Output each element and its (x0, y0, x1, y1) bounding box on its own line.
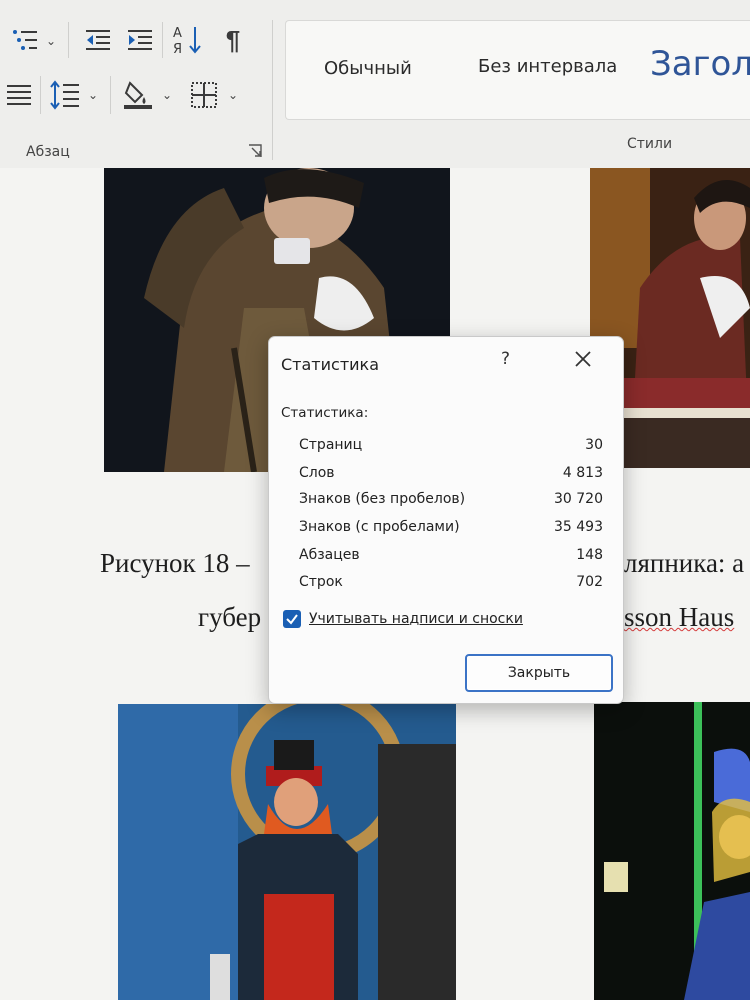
stat-row-words: Слов 4 813 (299, 465, 613, 481)
word-count-dialog: Статистика ? Статистика: Страниц 30 Слов… (268, 336, 624, 704)
stat-value: 35 493 (554, 519, 603, 535)
style-no-spacing[interactable]: Без интервала (478, 56, 617, 77)
close-button[interactable]: Закрыть (465, 654, 613, 692)
multilevel-list-icon[interactable] (8, 26, 42, 54)
help-icon[interactable]: ? (501, 349, 510, 369)
stat-label: Знаков (без пробелов) (299, 491, 466, 507)
stat-row-lines: Строк 702 (299, 574, 613, 590)
line-spacing-icon[interactable] (48, 78, 82, 112)
stat-value: 702 (576, 574, 603, 590)
svg-text:A: A (173, 26, 182, 41)
style-normal[interactable]: Обычный (324, 58, 412, 79)
group-label-styles: Стили (627, 136, 673, 152)
stat-label: Строк (299, 574, 343, 590)
divider (162, 22, 163, 58)
group-label-paragraph: Абзац (26, 144, 70, 160)
checkbox-checked-icon[interactable] (283, 610, 301, 628)
dialog-title: Статистика (281, 355, 379, 374)
photo-hatter-stage (118, 704, 456, 1000)
stat-label: Знаков (с пробелами) (299, 519, 460, 535)
chevron-down-icon[interactable]: ⌄ (162, 88, 172, 102)
stat-label: Абзацев (299, 547, 360, 563)
stat-row-pages: Страниц 30 (299, 437, 613, 453)
stat-label: Страниц (299, 437, 363, 453)
close-icon[interactable] (571, 347, 595, 371)
divider (272, 20, 273, 160)
chevron-down-icon[interactable]: ⌄ (228, 88, 238, 102)
stat-label: Слов (299, 465, 335, 481)
include-textboxes-checkbox[interactable]: Учитывать надписи и сноски (283, 610, 523, 628)
chevron-down-icon[interactable]: ⌄ (88, 88, 98, 102)
photo-performer (594, 702, 750, 1000)
svg-text:Я: Я (173, 42, 182, 57)
stats-section-label: Статистика: (281, 405, 369, 421)
chevron-down-icon[interactable]: ⌄ (46, 34, 56, 48)
stat-value: 30 720 (554, 491, 603, 507)
stat-value: 148 (576, 547, 603, 563)
ribbon: ⌄ AЯ ¶ ⌄ ⌄ ⌄ Абзац Обычный Без интервала… (0, 0, 750, 169)
figure-caption-line1-left: Рисунок 18 – (100, 548, 250, 578)
figure-caption-line1-right: ляпника: а (624, 548, 745, 578)
stat-value: 30 (585, 437, 603, 453)
checkbox-label[interactable]: Учитывать надписи и сноски (309, 611, 523, 627)
dialog-launcher-icon[interactable] (248, 144, 262, 158)
divider (68, 22, 69, 58)
divider (110, 76, 111, 114)
stat-row-chars-with-spaces: Знаков (с пробелами) 35 493 (299, 519, 613, 535)
sort-icon[interactable]: AЯ (170, 22, 206, 58)
justify-icon[interactable] (4, 80, 34, 110)
style-heading[interactable]: Загол (650, 44, 750, 84)
stat-row-paragraphs: Абзацев 148 (299, 547, 613, 563)
stat-value: 4 813 (562, 465, 603, 481)
decrease-indent-icon[interactable] (82, 26, 114, 54)
increase-indent-icon[interactable] (124, 26, 156, 54)
figure-caption-line2-right: sson Haus (624, 602, 735, 632)
divider (40, 76, 41, 114)
figure-caption-line2-left: губер (198, 602, 262, 632)
pilcrow-icon[interactable]: ¶ (218, 24, 248, 56)
stat-row-chars-no-spaces: Знаков (без пробелов) 30 720 (299, 491, 613, 507)
borders-icon[interactable] (186, 78, 222, 112)
shading-icon[interactable] (120, 78, 156, 112)
